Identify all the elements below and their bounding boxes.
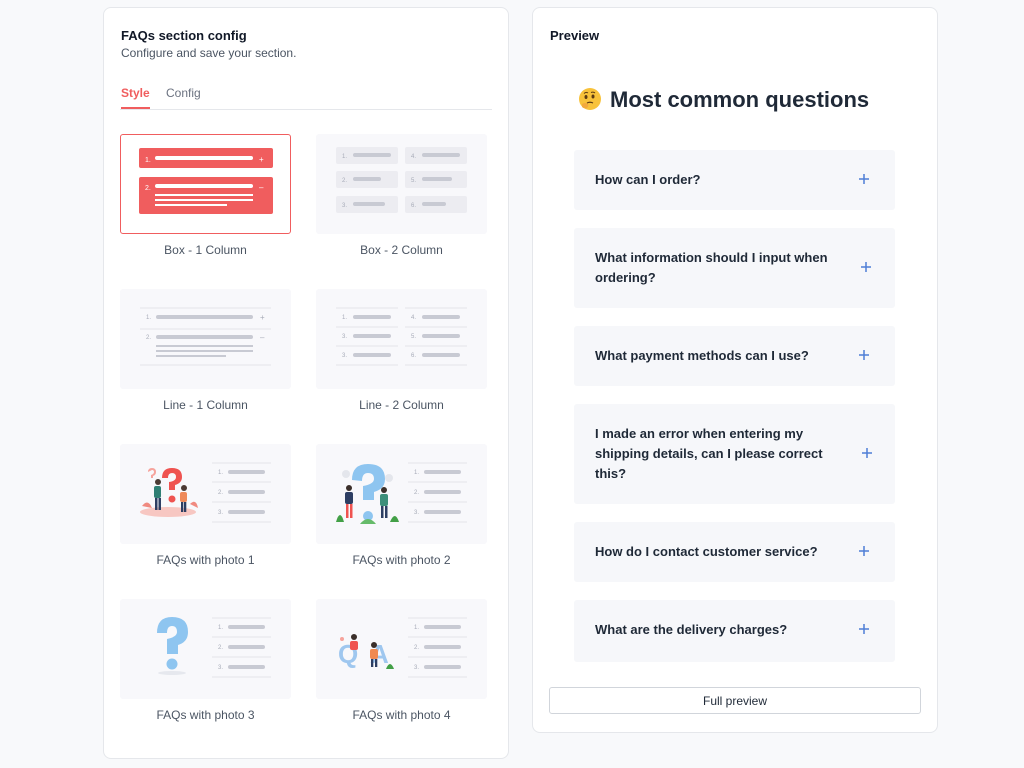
svg-text:2.: 2. [218,645,223,651]
preview-label: Preview [550,28,600,43]
svg-text:2.: 2. [342,178,347,184]
faq-question: What payment methods can I use? [595,348,809,363]
preview-panel: Preview Most common questions How can I … [532,7,938,733]
faq-item[interactable]: How do I contact customer service? [574,522,895,582]
tab-style[interactable]: Style [121,86,150,109]
svg-text:3.: 3. [218,665,223,671]
style-label: FAQs with photo 2 [352,553,451,567]
svg-text:5.: 5. [411,334,416,340]
plus-icon[interactable] [861,447,873,459]
svg-text:1.: 1. [146,315,151,321]
config-tabs: Style Config [120,86,492,110]
svg-text:3.: 3. [342,203,347,209]
svg-text:6.: 6. [411,353,416,359]
faq-item[interactable]: What payment methods can I use? [574,326,895,386]
preview-heading: Most common questions [610,87,870,112]
svg-text:5.: 5. [411,178,416,184]
faq-config-panel: FAQs section config Configure and save y… [103,7,509,759]
svg-text:3.: 3. [414,665,419,671]
svg-text:2.: 2. [145,185,151,192]
style-card-faqs-photo-1[interactable]: 1. 2. 3. [120,444,291,544]
faqs-photo-3-thumbnail: 1. 2. 3. [157,617,271,678]
faq-question: How can I order? [595,172,701,187]
svg-text:4.: 4. [411,154,416,160]
box-2-column-thumbnail: 1. 2. 3. 4. 5. 6. [336,147,467,213]
style-card-faqs-photo-4[interactable]: Q A 1. 2. 3. [316,599,487,699]
style-label: FAQs with photo 3 [156,708,255,722]
faqs-photo-1-thumbnail: 1. 2. 3. [140,462,271,523]
faq-item[interactable]: What are the delivery charges? [574,600,895,662]
plus-icon[interactable] [858,623,870,635]
faq-item[interactable]: What information should I input when ord… [574,228,895,308]
plus-icon[interactable] [858,349,870,361]
style-card-line-1-column[interactable]: 1. + 2. – [120,289,291,389]
svg-text:2.: 2. [146,335,151,341]
svg-text:1.: 1. [414,625,419,631]
style-card-faqs-photo-2[interactable]: 1. 2. 3. [316,444,487,544]
config-subtitle: Configure and save your section. [121,46,297,60]
line-2-column-thumbnail: 1. 3. 3. 4. 5. 6. [336,307,467,366]
svg-text:–: – [260,333,265,342]
box-1-column-thumbnail: 1. + 2. – [139,148,273,214]
svg-text:–: – [259,183,264,192]
style-label: Line - 2 Column [359,398,444,412]
svg-text:1.: 1. [414,470,419,476]
thinking-face-icon [579,88,601,110]
svg-text:2.: 2. [414,645,419,651]
svg-text:1.: 1. [342,315,347,321]
style-label: FAQs with photo 1 [156,553,255,567]
svg-text:1.: 1. [342,154,347,160]
faq-question: What are the delivery charges? [595,622,788,637]
style-label: Line - 1 Column [163,398,248,412]
plus-icon[interactable] [858,545,870,557]
svg-text:6.: 6. [411,203,416,209]
plus-icon[interactable] [860,261,872,273]
faq-item[interactable]: How can I order? [574,150,895,210]
svg-text:3.: 3. [342,334,347,340]
config-title: FAQs section config [121,28,247,43]
full-preview-button[interactable]: Full preview [549,687,921,714]
faqs-photo-2-thumbnail: 1. 2. 3. [336,462,467,524]
style-card-box-2-column[interactable]: 1. 2. 3. 4. 5. 6. [316,134,487,234]
svg-text:3.: 3. [218,510,223,516]
faq-question: What information should I input when ord… [595,250,828,285]
style-card-box-1-column[interactable]: 1. + 2. – [120,134,291,234]
svg-text:3.: 3. [342,353,347,359]
svg-text:1.: 1. [218,470,223,476]
style-label: Box - 2 Column [360,243,443,257]
svg-text:1.: 1. [145,157,151,164]
svg-text:+: + [260,313,265,322]
faq-question: How do I contact customer service? [595,544,818,559]
style-card-faqs-photo-3[interactable]: 1. 2. 3. [120,599,291,699]
svg-text:2.: 2. [218,490,223,496]
faqs-photo-4-thumbnail: Q A 1. 2. 3. [338,617,467,678]
style-label: FAQs with photo 4 [352,708,451,722]
svg-text:4.: 4. [411,315,416,321]
svg-text:3.: 3. [414,510,419,516]
faq-item[interactable]: I made an error when entering my shippin… [574,404,895,504]
style-label: Box - 1 Column [164,243,247,257]
tab-config[interactable]: Config [166,86,201,107]
faq-question: I made an error when entering my shippin… [595,426,823,481]
plus-icon[interactable] [858,173,870,185]
style-card-line-2-column[interactable]: 1. 3. 3. 4. 5. 6. [316,289,487,389]
svg-text:1.: 1. [218,625,223,631]
svg-text:2.: 2. [414,490,419,496]
svg-text:+: + [259,155,264,164]
line-1-column-thumbnail: 1. + 2. – [140,307,271,366]
